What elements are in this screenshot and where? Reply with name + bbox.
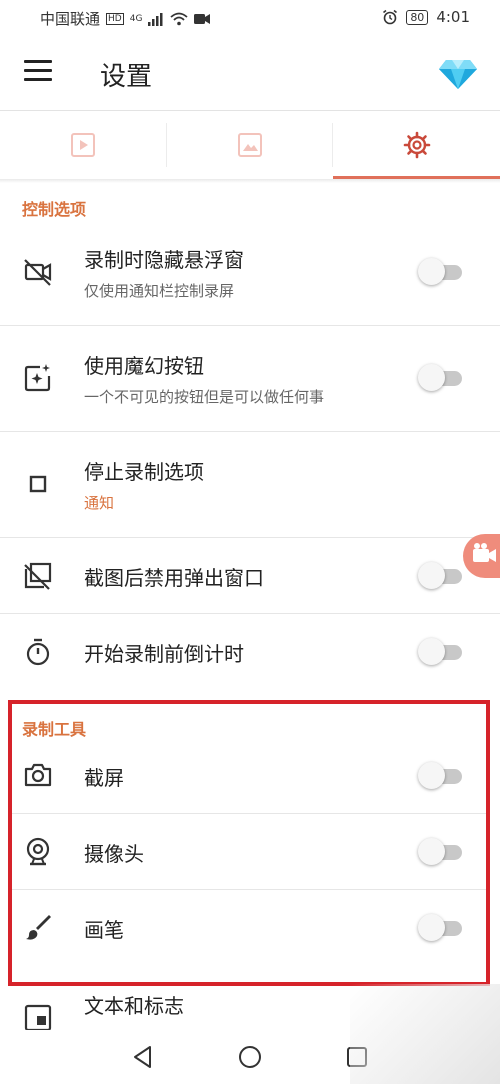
toggle-switch[interactable] xyxy=(418,638,464,666)
setting-subtitle: 仅使用通知栏控制录屏 xyxy=(84,282,235,300)
home-circle-icon xyxy=(239,1046,261,1068)
menu-icon xyxy=(24,60,52,63)
watermark xyxy=(350,984,500,1084)
toggle-thumb xyxy=(418,638,445,665)
alarm-icon xyxy=(383,9,398,25)
tabs-shadow xyxy=(0,179,500,183)
premium-button[interactable] xyxy=(438,52,478,92)
timer-icon xyxy=(26,638,50,666)
network-label: 4G xyxy=(129,13,143,24)
toggle-switch[interactable] xyxy=(418,562,464,590)
play-icon xyxy=(71,133,96,157)
toggle-thumb xyxy=(418,364,445,391)
app-toolbar: 设置 xyxy=(0,34,500,110)
webcam-icon xyxy=(26,837,50,866)
camera-icon xyxy=(24,763,52,787)
setting-title: 截图后禁用弹出窗口 xyxy=(84,566,264,590)
tool-camera[interactable]: 摄像头 xyxy=(0,814,500,890)
back-button[interactable] xyxy=(128,1042,158,1072)
toggle-thumb xyxy=(418,762,445,789)
carrier-label: 中国联通 xyxy=(40,10,101,28)
camcorder-icon xyxy=(473,543,496,562)
section-header-control: 控制选项 xyxy=(22,200,87,219)
page-title: 设置 xyxy=(100,62,153,92)
menu-icon-bar xyxy=(24,78,52,81)
image-icon xyxy=(238,133,262,157)
gear-icon xyxy=(403,131,430,159)
clock: 4:01 xyxy=(436,8,470,26)
home-button[interactable] xyxy=(235,1042,265,1072)
signal-icon xyxy=(148,12,163,26)
tab-bar xyxy=(0,111,500,179)
menu-icon-bar xyxy=(24,69,52,72)
video-off-icon xyxy=(24,259,52,286)
setting-subtitle: 一个不可见的按钮但是可以做任何事 xyxy=(84,388,325,406)
toggle-switch[interactable] xyxy=(418,258,464,286)
setting-title: 停止录制选项 xyxy=(84,460,204,484)
hd-icon: HD xyxy=(106,12,124,25)
toggle-switch[interactable] xyxy=(418,838,464,866)
setting-title: 录制时隐藏悬浮窗 xyxy=(84,248,244,272)
toggle-switch[interactable] xyxy=(418,762,464,790)
setting-title: 使用魔幻按钮 xyxy=(84,354,204,378)
tab-settings[interactable] xyxy=(333,111,500,179)
toggle-thumb xyxy=(418,914,445,941)
status-bar: 中国联通 HD 4G 80 4:01 xyxy=(0,0,500,34)
tool-screenshot[interactable]: 截屏 xyxy=(0,738,500,814)
setting-title: 画笔 xyxy=(84,918,124,942)
picture-in-picture-icon xyxy=(24,1004,52,1030)
toggle-switch[interactable] xyxy=(418,914,464,942)
toggle-thumb xyxy=(418,562,445,589)
tool-brush[interactable]: 画笔 xyxy=(0,890,500,966)
setting-hide-floating-window[interactable]: 录制时隐藏悬浮窗 仅使用通知栏控制录屏 xyxy=(0,218,500,326)
setting-magic-button[interactable]: 使用魔幻按钮 一个不可见的按钮但是可以做任何事 xyxy=(0,326,500,432)
menu-button[interactable] xyxy=(24,60,52,82)
floating-record-button[interactable] xyxy=(463,534,500,578)
stop-square-icon xyxy=(29,475,47,493)
tab-video[interactable] xyxy=(0,111,167,179)
setting-title: 开始录制前倒计时 xyxy=(84,642,244,666)
brush-icon xyxy=(26,915,51,940)
section-header-tools: 录制工具 xyxy=(22,720,87,739)
toggle-thumb xyxy=(418,258,445,285)
setting-disable-popup-after-screenshot[interactable]: 截图后禁用弹出窗口 xyxy=(0,538,500,614)
video-record-status-icon xyxy=(194,13,211,24)
setting-value: 通知 xyxy=(84,494,115,512)
setting-title: 摄像头 xyxy=(84,842,144,866)
toggle-switch[interactable] xyxy=(418,364,464,392)
screenshot-popup-off-icon xyxy=(24,562,52,590)
setting-title: 截屏 xyxy=(84,766,124,790)
setting-countdown-before-recording[interactable]: 开始录制前倒计时 xyxy=(0,614,500,692)
setting-title: 文本和标志 xyxy=(84,994,184,1018)
wifi-icon xyxy=(170,12,189,25)
magic-button-icon xyxy=(24,364,51,392)
tab-images[interactable] xyxy=(167,111,334,179)
setting-stop-recording-options[interactable]: 停止录制选项 通知 xyxy=(0,432,500,538)
battery-indicator: 80 xyxy=(406,9,429,25)
toggle-thumb xyxy=(418,838,445,865)
diamond-icon xyxy=(439,60,477,89)
back-triangle-icon xyxy=(134,1046,151,1068)
